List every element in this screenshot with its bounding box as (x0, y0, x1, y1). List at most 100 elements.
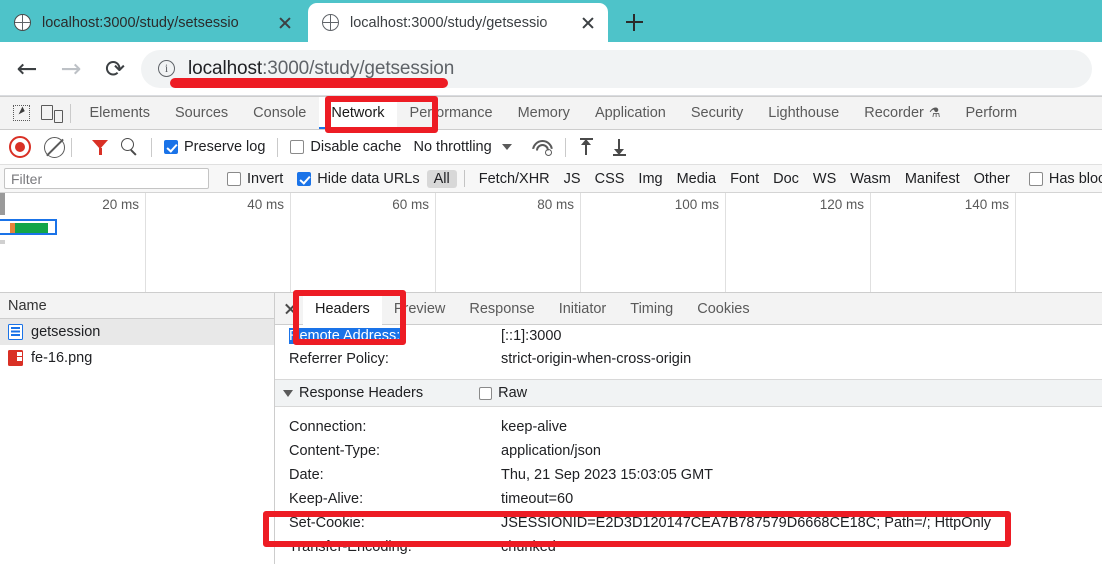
chevron-down-icon (502, 144, 512, 150)
network-overview-timeline[interactable]: 20 ms 40 ms 60 ms 80 ms 100 ms 120 ms 14… (0, 193, 1102, 293)
preserve-log-label: Preserve log (184, 139, 265, 155)
devtools-tab-application[interactable]: Application (582, 97, 678, 130)
detail-tab-cookies[interactable]: Cookies (685, 293, 761, 325)
tab-label: Cookies (697, 301, 749, 317)
has-blocked-label: Has blocked (1049, 171, 1102, 187)
address-bar[interactable]: i localhost:3000/study/getsession (141, 50, 1092, 88)
detail-tab-headers[interactable]: Headers (303, 293, 382, 325)
back-button[interactable]: ← (10, 52, 44, 86)
overview-selection-window[interactable] (0, 219, 57, 235)
close-icon[interactable] (575, 10, 601, 36)
has-blocked-checkbox[interactable]: Has blocked (1029, 171, 1102, 187)
header-row-content-type[interactable]: Content-Type: application/json (275, 439, 1102, 463)
overview-gridline (580, 193, 581, 292)
close-icon[interactable] (277, 296, 303, 322)
devtools-tab-console[interactable]: Console (241, 97, 319, 130)
filter-input[interactable] (4, 168, 209, 189)
clear-icon[interactable] (44, 137, 65, 158)
preserve-log-checkbox[interactable]: Preserve log (164, 139, 265, 155)
devtools-tab-elements[interactable]: Elements (77, 97, 162, 130)
close-icon[interactable] (272, 10, 298, 36)
header-row-referrer-policy[interactable]: Referrer Policy: strict-origin-when-cros… (275, 347, 1102, 371)
header-row-date[interactable]: Date: Thu, 21 Sep 2023 15:03:05 GMT (275, 463, 1102, 487)
devtools-tab-security[interactable]: Security (678, 97, 755, 130)
devtools-tab-recorder[interactable]: Recorder⚗ (852, 97, 953, 130)
import-har-icon[interactable] (578, 138, 595, 156)
export-har-icon[interactable] (611, 138, 628, 156)
browser-tab-title: localhost:3000/study/getsessio (350, 15, 575, 31)
filter-type-img[interactable]: Img (631, 170, 669, 188)
browser-tab-title: localhost:3000/study/setsessio (42, 15, 272, 31)
header-row-keep-alive[interactable]: Keep-Alive: timeout=60 (275, 487, 1102, 511)
devtools-tab-performance-insights[interactable]: Perform (953, 97, 1030, 130)
filter-type-wasm[interactable]: Wasm (843, 170, 898, 188)
browser-tab-inactive[interactable]: localhost:3000/study/setsessio (0, 3, 305, 42)
filter-type-js[interactable]: JS (557, 170, 588, 188)
tab-label: Timing (630, 301, 673, 317)
disable-cache-checkbox[interactable]: Disable cache (290, 139, 401, 155)
search-icon[interactable] (121, 138, 139, 156)
table-row[interactable]: getsession (0, 319, 274, 345)
header-row-set-cookie[interactable]: Set-Cookie: JSESSIONID=E2D3D120147CEA7B7… (275, 511, 1102, 535)
filter-type-css[interactable]: CSS (588, 170, 632, 188)
info-circle-icon[interactable]: i (158, 60, 175, 77)
reload-button[interactable]: ⟳ (98, 52, 132, 86)
table-row[interactable]: fe-16.png (0, 345, 274, 371)
overview-tick-label: 120 ms (820, 197, 870, 212)
detail-tab-preview[interactable]: Preview (382, 293, 458, 325)
detail-tab-response[interactable]: Response (457, 293, 546, 325)
tab-label: Application (595, 105, 666, 121)
header-name: Remote Address: (289, 328, 501, 344)
response-headers-section-header[interactable]: Response Headers Raw (275, 379, 1102, 407)
detail-tab-initiator[interactable]: Initiator (547, 293, 619, 325)
devtools-tab-sources[interactable]: Sources (162, 97, 240, 130)
detail-tab-timing[interactable]: Timing (618, 293, 685, 325)
forward-arrow-icon: → (54, 52, 88, 86)
header-value: strict-origin-when-cross-origin (501, 351, 691, 367)
toolbar-divider (565, 138, 566, 157)
filter-type-fetch-xhr[interactable]: Fetch/XHR (472, 170, 557, 188)
header-name: Connection: (289, 419, 501, 435)
tab-label: Memory (518, 105, 570, 121)
filter-type-font[interactable]: Font (723, 170, 766, 188)
devtools-tab-network[interactable]: Network (319, 97, 397, 130)
browser-tab-active[interactable]: localhost:3000/study/getsessio (308, 3, 608, 42)
request-detail-panel: Headers Preview Response Initiator Timin… (275, 293, 1102, 564)
filter-type-manifest[interactable]: Manifest (898, 170, 967, 188)
header-row-transfer-encoding[interactable]: Transfer-Encoding: chunked (275, 535, 1102, 559)
devtools-tab-lighthouse[interactable]: Lighthouse (756, 97, 852, 130)
reload-icon: ⟳ (98, 52, 132, 86)
tab-label: Initiator (559, 301, 607, 317)
tab-label: Recorder (864, 105, 924, 121)
filter-type-doc[interactable]: Doc (766, 170, 806, 188)
header-name-text: Remote Address: (289, 328, 400, 344)
request-name: fe-16.png (31, 350, 92, 366)
filter-type-media[interactable]: Media (670, 170, 724, 188)
invert-checkbox[interactable]: Invert (227, 171, 283, 187)
gear-icon (545, 149, 552, 156)
devtools-tab-performance[interactable]: Performance (397, 97, 505, 130)
filter-type-ws[interactable]: WS (806, 170, 843, 188)
hide-data-urls-checkbox[interactable]: Hide data URLs (297, 171, 419, 187)
filter-type-all[interactable]: All (427, 170, 457, 188)
header-row-remote-address[interactable]: Remote Address: [::1]:3000 (275, 325, 1102, 347)
raw-checkbox[interactable]: Raw (479, 385, 527, 401)
throttling-dropdown[interactable]: No throttling (413, 139, 511, 155)
request-list-header[interactable]: Name (0, 293, 274, 319)
inspect-element-icon[interactable] (8, 100, 36, 126)
network-conditions-icon[interactable] (531, 139, 551, 155)
overview-gridline (435, 193, 436, 292)
chevron-down-icon (283, 390, 293, 397)
header-row-connection[interactable]: Connection: keep-alive (275, 415, 1102, 439)
filter-type-other[interactable]: Other (967, 170, 1017, 188)
toolbar-divider (70, 104, 71, 123)
forward-button[interactable]: → (54, 52, 88, 86)
device-toolbar-icon[interactable] (36, 100, 64, 126)
funnel-icon[interactable] (92, 140, 108, 155)
tab-label: Preview (394, 301, 446, 317)
record-button[interactable] (9, 136, 31, 158)
header-name: Transfer-Encoding: (289, 539, 501, 555)
devtools-tab-memory[interactable]: Memory (505, 97, 582, 130)
new-tab-button[interactable] (620, 8, 648, 36)
image-icon (8, 350, 23, 366)
